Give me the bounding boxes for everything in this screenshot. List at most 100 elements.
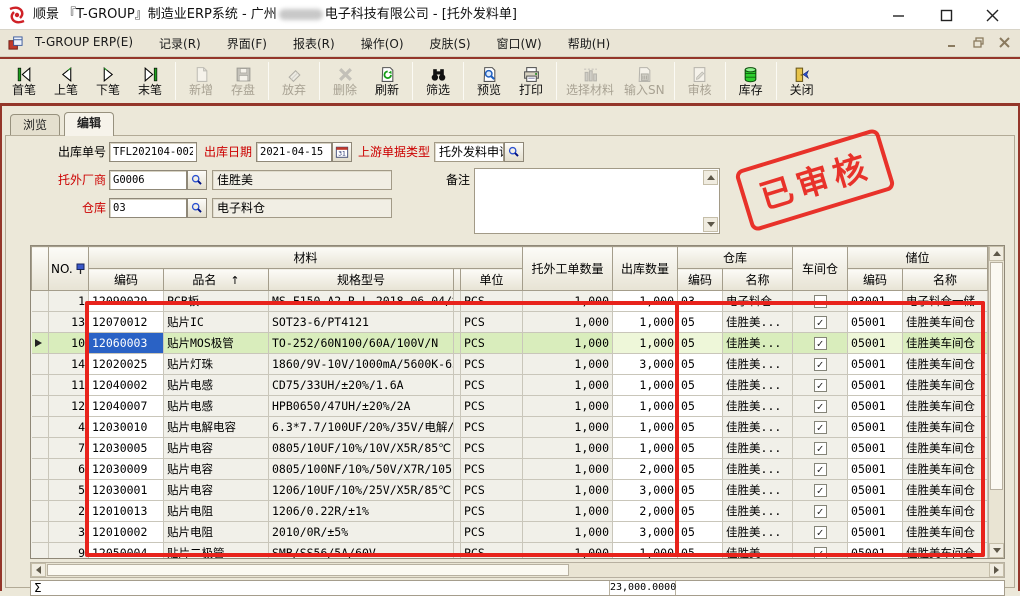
vendor-code-input[interactable] (109, 170, 187, 190)
table-row[interactable]: 1212040007贴片电感HPB0650/47UH/±20%/2APCS1,0… (32, 396, 988, 417)
cell-unit[interactable]: PCS (461, 480, 523, 501)
table-row[interactable]: 612030009贴片电容0805/100NF/10%/50V/X7R/105℃… (32, 459, 988, 480)
cell-out_qty[interactable]: 1,000 (613, 375, 678, 396)
cell-name[interactable]: 贴片电感 (164, 396, 269, 417)
row-indicator[interactable] (32, 459, 49, 480)
calendar-button[interactable]: 31 (332, 142, 352, 162)
row-indicator[interactable] (32, 501, 49, 522)
cell-wh_code[interactable]: 05 (678, 543, 723, 559)
cell-bin_code[interactable]: 05001 (848, 354, 903, 375)
tab-browse[interactable]: 浏览 (10, 114, 60, 136)
cell-bin_name[interactable]: 佳胜美车间仓 (903, 417, 988, 438)
menu-item[interactable]: 界面(F) (227, 35, 267, 52)
table-row[interactable]: 1012060003贴片MOS极管TO-252/60N100/60A/100V/… (32, 333, 988, 354)
workshop-checkbox[interactable] (814, 505, 827, 518)
warehouse-code-input[interactable] (109, 198, 187, 218)
header-wh-code[interactable]: 编码 (678, 269, 723, 291)
cell-wo_qty[interactable]: 1,000 (523, 522, 613, 543)
cell-code[interactable]: 12040002 (89, 375, 164, 396)
row-indicator[interactable] (32, 291, 49, 312)
cell-wo_qty[interactable]: 1,000 (523, 417, 613, 438)
cell-bin_code[interactable]: 05001 (848, 333, 903, 354)
cell-bin_code[interactable]: 05001 (848, 459, 903, 480)
cell-spec[interactable]: MS-F150-A2-R-L 2018-06-04/铝基... (269, 291, 454, 312)
cell-wo_qty[interactable]: 1,000 (523, 312, 613, 333)
workshop-checkbox[interactable] (814, 421, 827, 434)
row-indicator[interactable] (32, 417, 49, 438)
cell-wo_qty[interactable]: 1,000 (523, 480, 613, 501)
cell-code[interactable]: 12010013 (89, 501, 164, 522)
cell-blank[interactable] (454, 291, 461, 312)
header-bin-name[interactable]: 名称 (903, 269, 988, 291)
cell-unit[interactable]: PCS (461, 291, 523, 312)
toolbar-nav-prev-button[interactable]: 上笔 (45, 60, 87, 102)
window-maximize-button[interactable] (924, 0, 968, 30)
cell-out_qty[interactable]: 2,000 (613, 501, 678, 522)
cell-unit[interactable]: PCS (461, 459, 523, 480)
cell-wh_name[interactable]: 佳胜美... (723, 354, 793, 375)
cell-no[interactable]: 7 (49, 438, 89, 459)
cell-wh_code[interactable]: 05 (678, 396, 723, 417)
cell-wh_code[interactable]: 05 (678, 312, 723, 333)
menu-item[interactable]: T-GROUP ERP(E) (35, 35, 133, 52)
cell-wo_qty[interactable]: 1,000 (523, 291, 613, 312)
workshop-checkbox[interactable] (814, 526, 827, 539)
cell-unit[interactable]: PCS (461, 501, 523, 522)
cell-bin_name[interactable]: 佳胜美车间仓 (903, 333, 988, 354)
cell-wh_name[interactable]: 佳胜美... (723, 375, 793, 396)
toolbar-inventory-button[interactable]: 库存 (730, 60, 772, 102)
workshop-checkbox[interactable] (814, 463, 827, 476)
cell-no[interactable]: 11 (49, 375, 89, 396)
cell-name[interactable]: 贴片电容 (164, 438, 269, 459)
workshop-checkbox[interactable] (814, 316, 827, 329)
cell-no[interactable]: 4 (49, 417, 89, 438)
toolbar-binoculars-button[interactable]: 筛选 (417, 60, 459, 102)
toolbar-print-button[interactable]: 打印 (510, 60, 552, 102)
table-row[interactable]: 712030005贴片电容0805/10UF/10%/10V/X5R/85℃PC… (32, 438, 988, 459)
cell-no[interactable]: 6 (49, 459, 89, 480)
header-warehouse-group[interactable]: 仓库 (678, 247, 793, 269)
cell-name[interactable]: 贴片电阻 (164, 522, 269, 543)
scroll-down-button[interactable] (989, 543, 1004, 558)
cell-wh_code[interactable]: 05 (678, 501, 723, 522)
cell-bin_name[interactable]: 电子料仓一储 (903, 291, 988, 312)
menu-item[interactable]: 记录(R) (159, 35, 201, 52)
cell-wh_code[interactable]: 05 (678, 459, 723, 480)
cell-code[interactable]: 12040007 (89, 396, 164, 417)
cell-wh_code[interactable]: 05 (678, 375, 723, 396)
cell-blank[interactable] (454, 354, 461, 375)
cell-out_qty[interactable]: 3,000 (613, 354, 678, 375)
upstream-type-value[interactable]: 托外发料申请 (434, 142, 504, 162)
cell-name[interactable]: 贴片电感 (164, 375, 269, 396)
cell-code[interactable]: 12060003 (89, 333, 164, 354)
workshop-checkbox[interactable] (814, 547, 827, 558)
cell-bin_name[interactable]: 佳胜美车间仓 (903, 522, 988, 543)
cell-bin_code[interactable]: 05001 (848, 543, 903, 559)
cell-blank[interactable] (454, 312, 461, 333)
header-bin-code[interactable]: 编码 (848, 269, 903, 291)
workshop-checkbox[interactable] (814, 337, 827, 350)
cell-wo_qty[interactable]: 1,000 (523, 375, 613, 396)
workshop-checkbox[interactable] (814, 295, 827, 308)
window-close-button[interactable] (970, 0, 1014, 30)
remark-textarea[interactable] (474, 168, 720, 234)
cell-bin_name[interactable]: 佳胜美车间仓 (903, 396, 988, 417)
cell-workshop[interactable] (793, 312, 848, 333)
toolbar-close-door-button[interactable]: 关闭 (781, 60, 823, 102)
header-wo-qty[interactable]: 托外工单数量 (523, 247, 613, 291)
cell-wh_name[interactable]: 佳胜美... (723, 417, 793, 438)
header-material-group[interactable]: 材料 (89, 247, 523, 269)
mdi-minimize-button[interactable] (944, 34, 960, 50)
cell-blank[interactable] (454, 501, 461, 522)
cell-blank[interactable] (454, 417, 461, 438)
horizontal-scroll-thumb[interactable] (47, 564, 569, 576)
row-indicator[interactable] (32, 375, 49, 396)
cell-bin_code[interactable]: 03001 (848, 291, 903, 312)
cell-out_qty[interactable]: 1,000 (613, 396, 678, 417)
toolbar-refresh-button[interactable]: 刷新 (366, 60, 408, 102)
cell-code[interactable]: 12030010 (89, 417, 164, 438)
cell-wh_code[interactable]: 05 (678, 438, 723, 459)
cell-spec[interactable]: TO-252/60N100/60A/100V/N (269, 333, 454, 354)
cell-bin_code[interactable]: 05001 (848, 480, 903, 501)
menu-item[interactable]: 报表(R) (293, 35, 335, 52)
